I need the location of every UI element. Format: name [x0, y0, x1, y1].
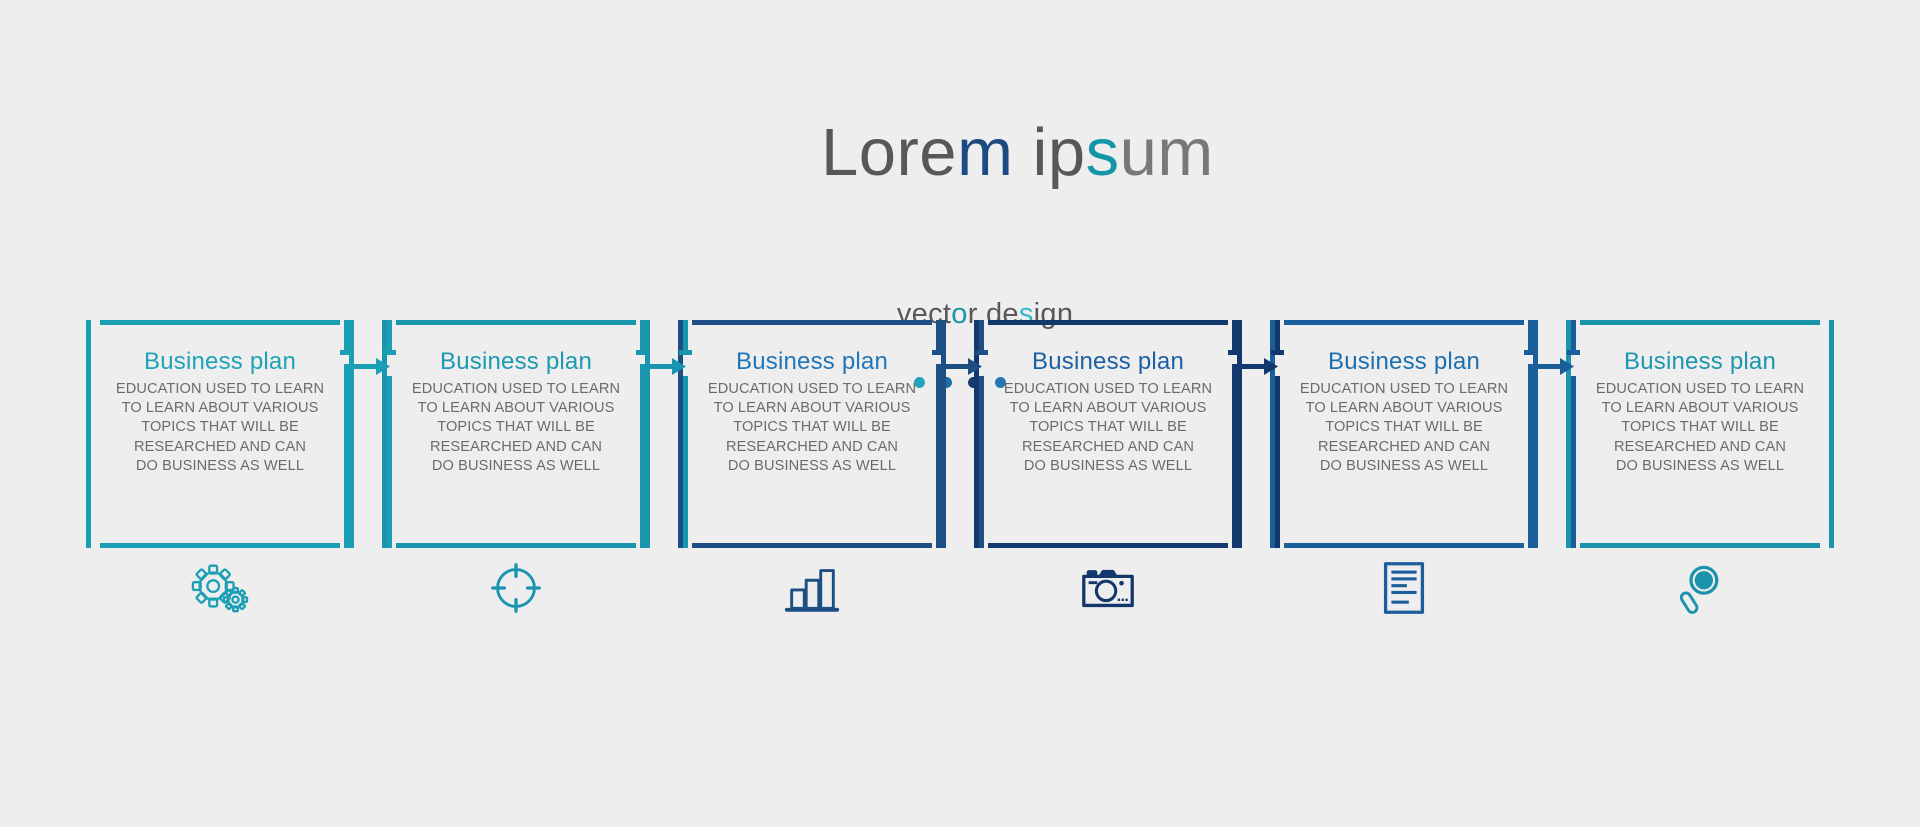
frame-left-6 — [1566, 320, 1571, 548]
step-body-5: Business plan EDUCATION USED TO LEARN TO … — [1278, 348, 1530, 477]
frame-top-3 — [692, 320, 932, 325]
frame-right-1 — [349, 320, 354, 548]
step-card-4[interactable]: Business plan EDUCATION USED TO LEARN TO … — [974, 320, 1242, 548]
frame-left-5 — [1270, 320, 1275, 548]
step-card-5[interactable]: Business plan EDUCATION USED TO LEARN TO … — [1270, 320, 1538, 548]
step-title-4: Business plan — [1031, 348, 1185, 375]
frame-bottom-2 — [396, 543, 636, 548]
title-part-2: m — [957, 115, 1014, 191]
step-body-6: Business plan EDUCATION USED TO LEARN TO … — [1574, 348, 1826, 477]
frame-right-2 — [645, 320, 650, 548]
frame-bottom-4 — [988, 543, 1228, 548]
frame-left-4 — [974, 320, 979, 548]
frame-left-2 — [382, 320, 387, 548]
step-title-6: Business plan — [1623, 348, 1777, 375]
page-title: Lorem ipsum — [0, 48, 1920, 259]
frame-top-6 — [1580, 320, 1820, 325]
step-description-4: EDUCATION USED TO LEARN TO LEARN ABOUT V… — [1003, 380, 1213, 475]
title-part-3: ip — [1013, 115, 1086, 191]
title-part-4: s — [1085, 115, 1120, 191]
step-card-2[interactable]: Business plan EDUCATION USED TO LEARN TO … — [382, 320, 650, 548]
step-description-3: EDUCATION USED TO LEARN TO LEARN ABOUT V… — [707, 380, 917, 475]
target-icon — [382, 552, 650, 624]
step-title-1: Business plan — [143, 348, 297, 375]
frame-top-2 — [396, 320, 636, 325]
step-description-5: EDUCATION USED TO LEARN TO LEARN ABOUT V… — [1299, 380, 1509, 475]
frame-bottom-3 — [692, 543, 932, 548]
steps-row: Business plan EDUCATION USED TO LEARN TO … — [86, 320, 1834, 614]
camera-icon — [974, 552, 1242, 624]
step-title-2: Business plan — [439, 348, 593, 375]
frame-bottom-1 — [100, 543, 340, 548]
step-body-4: Business plan EDUCATION USED TO LEARN TO … — [982, 348, 1234, 477]
step-title-5: Business plan — [1327, 348, 1481, 375]
step-body-1: Business plan EDUCATION USED TO LEARN TO … — [94, 348, 346, 477]
frame-left-3 — [678, 320, 683, 548]
title-part-1: Lore — [820, 115, 958, 191]
frame-bottom-6 — [1580, 543, 1820, 548]
step-body-2: Business plan EDUCATION USED TO LEARN TO … — [390, 348, 642, 477]
title-part-5: um — [1119, 115, 1214, 191]
step-description-6: EDUCATION USED TO LEARN TO LEARN ABOUT V… — [1595, 380, 1805, 475]
frame-bottom-5 — [1284, 543, 1524, 548]
frame-top-4 — [988, 320, 1228, 325]
gears-icon — [86, 552, 354, 624]
magnifier-icon — [1566, 552, 1834, 624]
bar-chart-icon — [678, 552, 946, 624]
frame-left-1 — [86, 320, 91, 548]
infographic-canvas: Lorem ipsum vector design Business plan E… — [0, 0, 1920, 827]
step-description-2: EDUCATION USED TO LEARN TO LEARN ABOUT V… — [411, 380, 621, 475]
frame-top-1 — [100, 320, 340, 325]
step-card-1[interactable]: Business plan EDUCATION USED TO LEARN TO … — [86, 320, 354, 548]
step-body-3: Business plan EDUCATION USED TO LEARN TO … — [686, 348, 938, 477]
step-card-6[interactable]: Business plan EDUCATION USED TO LEARN TO … — [1566, 320, 1834, 548]
step-description-1: EDUCATION USED TO LEARN TO LEARN ABOUT V… — [115, 380, 325, 475]
frame-right-4 — [1237, 320, 1242, 548]
frame-right-5 — [1533, 320, 1538, 548]
step-card-3[interactable]: Business plan EDUCATION USED TO LEARN TO … — [678, 320, 946, 548]
frame-right-6 — [1829, 320, 1834, 548]
document-icon — [1270, 552, 1538, 624]
step-title-3: Business plan — [735, 348, 889, 375]
frame-right-3 — [941, 320, 946, 548]
frame-top-5 — [1284, 320, 1524, 325]
